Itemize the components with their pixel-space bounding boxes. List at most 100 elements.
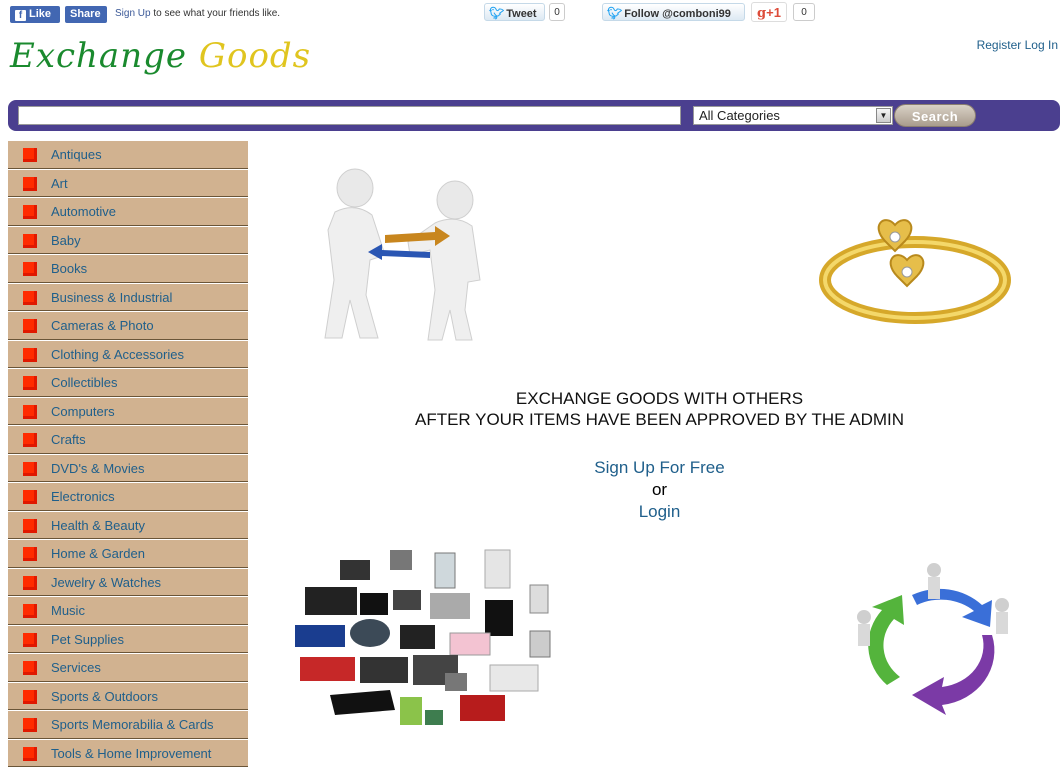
category-item[interactable]: Crafts	[8, 426, 248, 454]
logo-word-exchange: Exchange	[10, 36, 187, 76]
category-item[interactable]: Sports & Outdoors	[8, 682, 248, 710]
category-label[interactable]: Music	[51, 597, 85, 624]
fb-like-label: Like	[29, 8, 52, 20]
category-label[interactable]: Jewelry & Watches	[51, 569, 161, 596]
category-bullet-icon	[23, 404, 37, 419]
category-item[interactable]: Home & Garden	[8, 540, 248, 568]
category-bullet-icon	[23, 461, 37, 476]
gold-ring-image	[819, 219, 1011, 324]
category-bullet-icon	[23, 632, 37, 647]
category-item[interactable]: Computers	[8, 397, 248, 425]
category-bullet-icon	[23, 718, 37, 732]
category-label[interactable]: Automotive	[51, 198, 116, 225]
category-item[interactable]: Cameras & Photo	[8, 312, 248, 340]
category-label[interactable]: Tools & Home Improvement	[51, 740, 211, 767]
login-link[interactable]: Log In	[1025, 38, 1058, 52]
google-g-icon: g	[757, 6, 767, 21]
category-bullet-icon	[23, 233, 37, 248]
category-select[interactable]: All Categories ▼	[693, 106, 893, 125]
category-item[interactable]: Pet Supplies	[8, 625, 248, 653]
category-bullet-icon	[23, 604, 37, 618]
category-item[interactable]: Antiques	[8, 141, 248, 169]
search-bar: All Categories ▼ Search	[8, 100, 1060, 131]
category-label[interactable]: Sports & Outdoors	[51, 683, 158, 710]
category-item[interactable]: Health & Beauty	[8, 511, 248, 539]
category-item[interactable]: Automotive	[8, 198, 248, 226]
auth-links: Register Log In	[977, 38, 1058, 52]
tweet-button[interactable]: 🐦︎ Tweet	[484, 3, 545, 21]
category-item[interactable]: Services	[8, 654, 248, 682]
category-bullet-icon	[23, 575, 37, 590]
category-label[interactable]: Baby	[51, 227, 81, 254]
category-label[interactable]: Business & Industrial	[51, 284, 172, 311]
category-item[interactable]: Clothing & Accessories	[8, 340, 248, 368]
category-item[interactable]: Electronics	[8, 483, 248, 511]
category-bullet-icon	[23, 205, 37, 219]
category-bullet-icon	[23, 547, 37, 561]
category-label[interactable]: Books	[51, 255, 87, 282]
category-item[interactable]: DVD's & Movies	[8, 454, 248, 482]
main-headline: EXCHANGE GOODS WITH OTHERS AFTER YOUR IT…	[262, 388, 1057, 430]
category-bullet-icon	[23, 347, 37, 362]
category-bullet-icon	[23, 148, 37, 162]
main-login-link[interactable]: Login	[639, 502, 681, 521]
electronics-collage-image	[295, 549, 551, 725]
category-label[interactable]: Clothing & Accessories	[51, 341, 184, 368]
gplus-count: 0	[793, 3, 815, 21]
category-label[interactable]: Home & Garden	[51, 540, 145, 567]
search-input[interactable]	[18, 106, 681, 125]
site-logo[interactable]: Exchange Goods	[10, 36, 311, 76]
category-item[interactable]: Collectibles	[8, 369, 248, 397]
category-item[interactable]: Music	[8, 597, 248, 625]
register-link[interactable]: Register	[977, 38, 1022, 52]
dropdown-arrow-icon[interactable]: ▼	[876, 108, 891, 123]
category-label[interactable]: Crafts	[51, 426, 86, 453]
category-item[interactable]: Books	[8, 255, 248, 283]
google-plus-button[interactable]: g+1	[751, 2, 787, 22]
category-label[interactable]: Pet Supplies	[51, 626, 124, 653]
category-select-value: All Categories	[699, 108, 780, 123]
facebook-icon: f	[15, 10, 26, 21]
follow-label: Follow @comboni99	[624, 8, 731, 20]
category-item[interactable]: Tools & Home Improvement	[8, 739, 248, 767]
signup-free-link[interactable]: Sign Up For Free	[594, 458, 724, 477]
category-label[interactable]: Art	[51, 170, 68, 197]
category-item[interactable]: Sports Memorabilia & Cards	[8, 711, 248, 739]
category-label[interactable]: Computers	[51, 398, 115, 425]
category-bullet-icon	[23, 490, 37, 504]
search-button[interactable]: Search	[894, 104, 976, 127]
category-bullet-icon	[23, 262, 37, 276]
category-label[interactable]: Collectibles	[51, 369, 117, 396]
category-label[interactable]: DVD's & Movies	[51, 455, 145, 482]
category-bullet-icon	[23, 661, 37, 675]
exchange-people-image	[324, 168, 481, 341]
call-to-action: Sign Up For Free or Login	[262, 457, 1057, 523]
category-label[interactable]: Services	[51, 654, 101, 681]
category-bullet-icon	[23, 319, 37, 333]
facebook-like-button[interactable]: f Like	[10, 6, 60, 23]
twitter-bird-icon: 🐦︎	[607, 6, 623, 20]
tweet-label: Tweet	[506, 8, 537, 20]
category-label[interactable]: Sports Memorabilia & Cards	[51, 711, 214, 738]
twitter-follow-button[interactable]: 🐦︎ Follow @comboni99	[602, 3, 745, 21]
facebook-signup-suffix: to see what your friends like.	[153, 8, 281, 19]
gplus-label: +1	[766, 5, 781, 20]
category-label[interactable]: Cameras & Photo	[51, 312, 154, 339]
category-bullet-icon	[23, 176, 37, 191]
category-item[interactable]: Jewelry & Watches	[8, 568, 248, 596]
category-label[interactable]: Electronics	[51, 483, 115, 510]
category-item[interactable]: Art	[8, 169, 248, 197]
category-item[interactable]: Business & Industrial	[8, 283, 248, 311]
cycle-people-image	[857, 563, 1009, 715]
facebook-signup-link[interactable]: Sign Up	[115, 8, 151, 19]
category-bullet-icon	[23, 518, 37, 533]
category-bullet-icon	[23, 689, 37, 704]
facebook-signup-text: Sign Up to see what your friends like.	[115, 8, 280, 19]
facebook-share-button[interactable]: Share	[65, 6, 107, 23]
category-bullet-icon	[23, 376, 37, 390]
category-label[interactable]: Health & Beauty	[51, 512, 145, 539]
category-label[interactable]: Antiques	[51, 141, 102, 168]
logo-word-goods: Goods	[198, 36, 312, 76]
category-item[interactable]: Baby	[8, 226, 248, 254]
twitter-bird-icon: 🐦︎	[489, 6, 505, 20]
